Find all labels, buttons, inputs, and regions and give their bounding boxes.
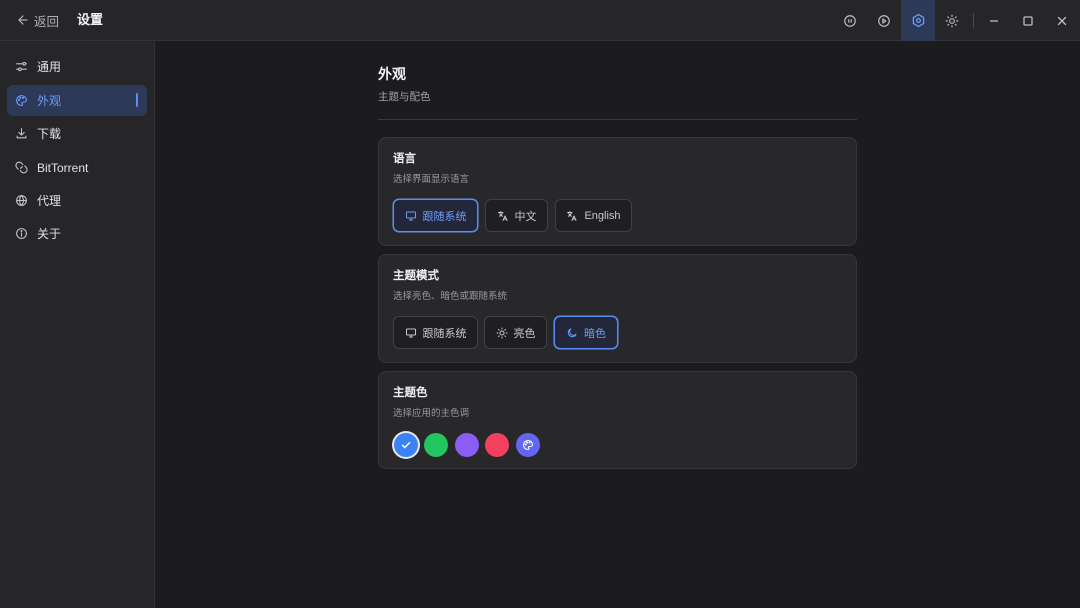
play-all-icon	[877, 14, 891, 28]
maximize-button[interactable]	[1011, 0, 1045, 41]
accent-desc: 选择应用的主色调	[393, 408, 470, 419]
sidebar-item-bittorrent[interactable]: BitTorrent	[7, 152, 147, 183]
sidebar: 通用 外观 下载 BitTorrent 代理 关于	[0, 41, 155, 608]
close-icon	[1056, 15, 1068, 27]
palette-icon	[522, 439, 534, 451]
sidebar-item-label: 关于	[37, 227, 62, 241]
titlebar-divider	[973, 13, 974, 28]
language-title: 语言	[393, 153, 416, 165]
option-label: 跟随系统	[422, 210, 467, 223]
theme-option-system[interactable]: 跟随系统	[393, 316, 478, 349]
section-title: 外观	[378, 66, 406, 82]
accent-title: 主题色	[393, 387, 428, 399]
minimize-icon	[988, 15, 1000, 27]
translate-icon	[497, 210, 509, 222]
check-icon	[400, 439, 412, 451]
color-swatch-custom[interactable]	[516, 433, 540, 457]
option-label: English	[584, 209, 621, 222]
sidebar-item-label: 通用	[37, 60, 62, 74]
sidebar-item-about[interactable]: 关于	[7, 218, 147, 249]
moon-icon	[566, 327, 578, 339]
language-option-english[interactable]: English	[555, 199, 632, 232]
page-title: 设置	[77, 12, 104, 27]
arrow-left-icon	[16, 13, 30, 27]
translate-icon	[566, 210, 578, 222]
download-icon	[15, 127, 28, 140]
palette-icon	[15, 94, 28, 107]
settings-icon	[911, 13, 926, 28]
language-option-system[interactable]: 跟随系统	[393, 199, 478, 232]
theme-option-light[interactable]: 亮色	[484, 316, 547, 349]
back-button[interactable]: 返回	[16, 11, 59, 29]
option-label: 暗色	[584, 327, 606, 340]
monitor-icon	[405, 210, 417, 222]
option-label: 中文	[514, 210, 537, 223]
theme-option-dark[interactable]: 暗色	[554, 316, 618, 349]
language-option-chinese[interactable]: 中文	[485, 199, 548, 232]
sidebar-item-label: 代理	[37, 194, 62, 208]
color-swatch-purple[interactable]	[455, 433, 479, 457]
theme-toggle-icon	[945, 14, 959, 28]
globe-icon	[15, 194, 28, 207]
sun-icon	[496, 327, 508, 339]
sidebar-item-label: 外观	[37, 94, 62, 108]
theme-mode-desc: 选择亮色、暗色或跟随系统	[393, 291, 508, 302]
option-label: 跟随系统	[422, 327, 467, 340]
title-bar: 返回 设置	[0, 0, 1080, 41]
sidebar-item-label: BitTorrent	[37, 160, 89, 175]
theme-mode-card: 主题模式 选择亮色、暗色或跟随系统 跟随系统 亮色 暗色	[378, 254, 857, 363]
pause-all-button[interactable]	[833, 0, 867, 41]
pause-all-icon	[843, 14, 857, 28]
section-subtitle: 主题与配色	[378, 91, 431, 103]
minimize-button[interactable]	[977, 0, 1011, 41]
settings-button[interactable]	[901, 0, 935, 41]
sidebar-item-general[interactable]: 通用	[7, 51, 147, 82]
color-swatch-blue[interactable]	[394, 433, 418, 457]
magnet-icon	[15, 161, 28, 174]
accent-color-card: 主题色 选择应用的主色调	[378, 371, 857, 469]
maximize-icon	[1022, 15, 1034, 27]
language-desc: 选择界面显示语言	[393, 174, 470, 185]
language-card: 语言 选择界面显示语言 跟随系统 中文 English	[378, 137, 857, 246]
color-swatch-red[interactable]	[485, 433, 509, 457]
info-icon	[15, 227, 28, 240]
active-indicator	[136, 93, 138, 107]
back-label: 返回	[34, 14, 60, 29]
play-all-button[interactable]	[867, 0, 901, 41]
sliders-icon	[15, 60, 28, 73]
sidebar-item-download[interactable]: 下载	[7, 118, 147, 149]
sidebar-item-proxy[interactable]: 代理	[7, 185, 147, 216]
section-divider	[378, 119, 857, 120]
sidebar-item-label: 下载	[37, 127, 62, 141]
theme-mode-title: 主题模式	[393, 270, 439, 282]
option-label: 亮色	[513, 327, 536, 340]
theme-toggle-button[interactable]	[935, 0, 969, 41]
close-button[interactable]	[1045, 0, 1079, 41]
monitor-icon	[405, 327, 417, 339]
color-swatch-green[interactable]	[424, 433, 448, 457]
sidebar-item-appearance[interactable]: 外观	[7, 85, 147, 116]
